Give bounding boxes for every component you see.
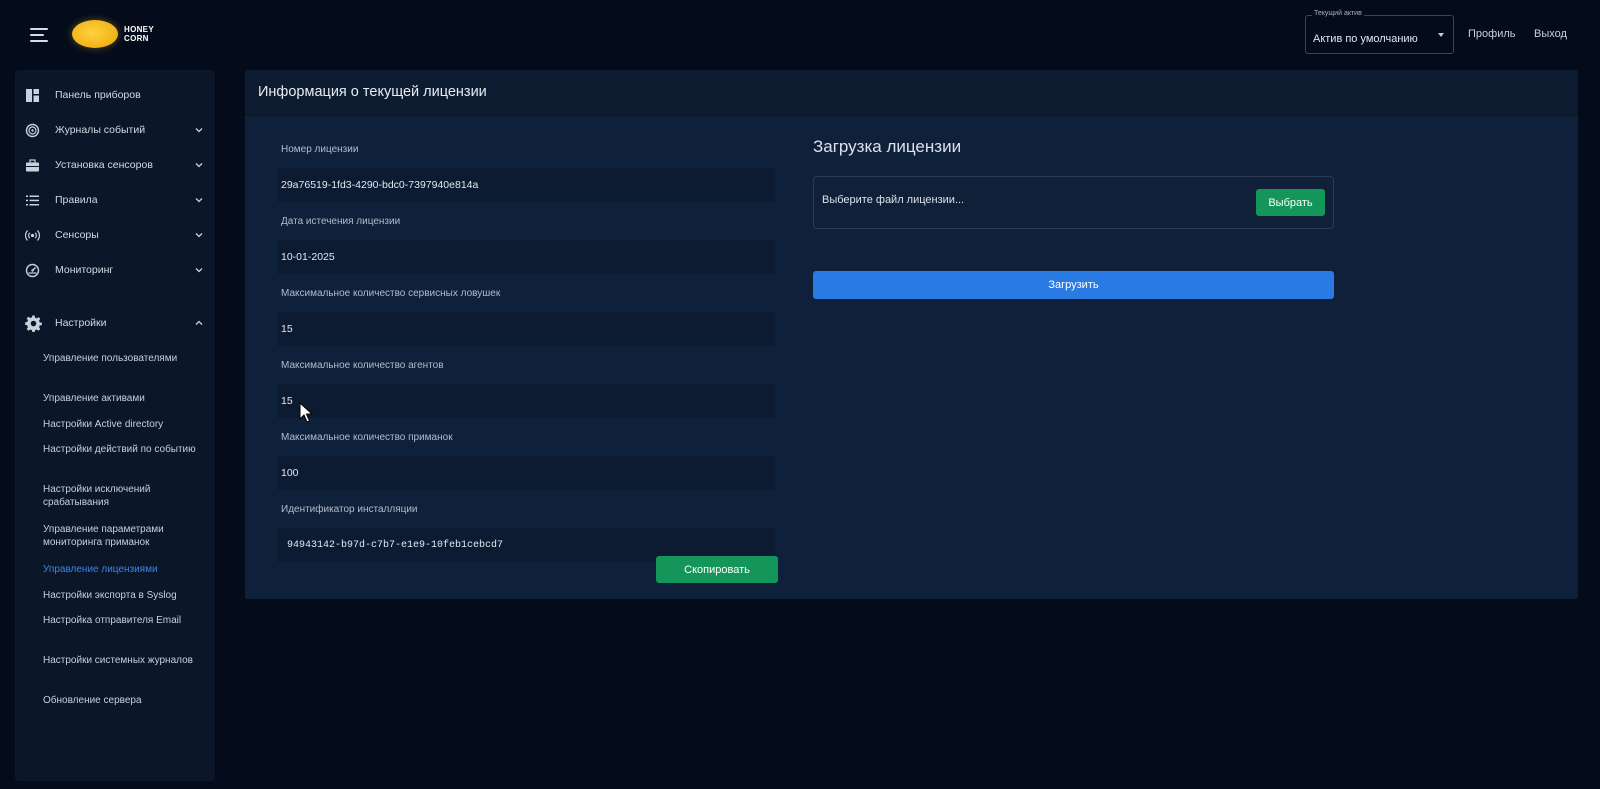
sidebar-item-label: Настройки [55,317,107,329]
sidebar-subitem-lure-monitoring[interactable]: Управление параметрами мониторинга прима… [43,523,203,549]
menu-toggle-icon[interactable] [30,28,48,42]
logo-text: HONEY CORN [124,25,154,43]
sidebar-item-label: Панель приборов [55,89,141,101]
chevron-down-icon [195,233,203,238]
sidebar-item-journals[interactable]: Журналы событий [15,115,215,145]
gear-icon [25,315,42,332]
profile-link[interactable]: Профиль [1468,28,1516,40]
gauge-icon [25,263,40,278]
sidebar-item-settings[interactable]: Настройки [15,308,215,338]
upload-button[interactable]: Загрузить [813,271,1334,299]
sidebar-item-label: Мониторинг [55,264,114,276]
sidebar-item-dashboard[interactable]: Панель приборов [15,80,215,110]
top-bar: HONEY CORN Текущий актив Актив по умолча… [0,0,1600,70]
sidebar-item-label: Установка сенсоров [55,159,153,171]
caret-down-icon [1438,33,1444,37]
broadcast-icon [25,230,40,241]
logo[interactable]: HONEY CORN [72,20,154,48]
sidebar-item-sensors[interactable]: Сенсоры [15,220,215,250]
sidebar-subitem-active-directory[interactable]: Настройки Active directory [43,418,203,431]
sidebar-item-label: Журналы событий [55,124,146,136]
current-asset-select[interactable]: Текущий актив Актив по умолчанию [1305,10,1454,54]
sidebar-subitem-event-actions[interactable]: Настройки действий по событию [43,443,203,456]
sidebar-subitem-licenses[interactable]: Управление лицензиями [43,563,203,576]
max-lures-label: Максимальное количество приманок [281,432,453,443]
sidebar-subitem-email-sender[interactable]: Настройка отправителя Email [43,614,203,627]
chevron-down-icon [195,268,203,273]
chevron-down-icon [195,128,203,133]
max-service-traps-value: 15 [277,312,775,346]
current-asset-label: Текущий актив [1312,10,1364,17]
license-file-input[interactable]: Выберите файл лицензии... Выбрать [813,176,1334,229]
choose-file-button[interactable]: Выбрать [1256,189,1325,216]
dashboard-icon [26,89,39,102]
chevron-down-icon [195,198,203,203]
license-info-section: Номер лицензии 29a76519-1fd3-4290-bdc0-7… [245,70,805,599]
sidebar-subitem-syslog-export[interactable]: Настройки экспорта в Syslog [43,589,203,602]
max-agents-label: Максимальное количество агентов [281,360,444,371]
logout-link[interactable]: Выход [1534,28,1567,40]
chevron-down-icon [195,163,203,168]
upload-title: Загрузка лицензии [813,137,962,156]
journal-icon [25,123,40,138]
toolbox-icon [26,159,39,172]
mouse-cursor-icon [299,402,313,423]
sidebar-item-rules[interactable]: Правила [15,185,215,215]
copy-button[interactable]: Скопировать [656,556,778,583]
max-lures-value: 100 [277,456,775,490]
sidebar-subitem-assets[interactable]: Управление активами [43,392,203,405]
sidebar-subitem-system-logs[interactable]: Настройки системных журналов [43,654,203,667]
sidebar-item-label: Сенсоры [55,229,99,241]
chevron-up-icon [195,320,203,325]
license-expiry-label: Дата истечения лицензии [281,216,401,227]
current-asset-value: Актив по умолчанию [1313,33,1418,45]
sidebar-subitem-server-update[interactable]: Обновление сервера [43,694,203,707]
max-agents-value: 15 [277,384,775,418]
file-input-placeholder: Выберите файл лицензии... [822,194,965,206]
logo-mark [72,20,118,48]
sidebar-subitem-trigger-exceptions[interactable]: Настройки исключений срабатывания [43,483,203,509]
sidebar-subitem-users[interactable]: Управление пользователями [43,352,203,365]
sidebar-item-label: Правила [55,194,98,206]
list-icon [26,195,39,206]
max-service-traps-label: Максимальное количество сервисных ловуше… [281,288,501,299]
sidebar-item-monitoring[interactable]: Мониторинг [15,255,215,285]
sidebar-item-sensor-install[interactable]: Установка сенсоров [15,150,215,180]
license-number-label: Номер лицензии [281,144,359,155]
license-number-value: 29a76519-1fd3-4290-bdc0-7397940e814a [277,168,775,202]
sidebar: Панель приборов Журналы событий Установк… [15,70,215,781]
license-expiry-value: 10-01-2025 [277,240,775,274]
installation-id-label: Идентификатор инсталляции [281,504,418,515]
